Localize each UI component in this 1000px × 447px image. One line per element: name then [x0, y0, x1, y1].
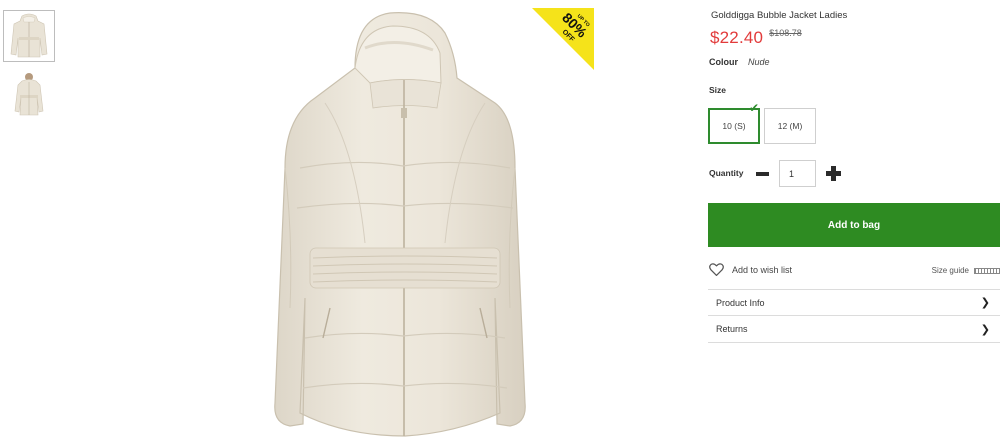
- add-to-wish-list-link[interactable]: Add to wish list: [709, 263, 792, 276]
- colour-row: Colour Nude: [709, 57, 770, 67]
- chevron-right-icon: ❯: [980, 323, 990, 336]
- accordion-label: Returns: [716, 324, 748, 334]
- size-option-12-m[interactable]: 12 (M): [764, 108, 816, 144]
- jacket-model-thumbnail-image: [14, 73, 44, 116]
- thumbnail-front[interactable]: [3, 10, 55, 62]
- ruler-icon: [974, 267, 1000, 274]
- thumbnail-model[interactable]: [3, 69, 55, 121]
- jacket-illustration: [274, 12, 526, 437]
- accordion-returns[interactable]: Returns ❯: [708, 316, 1000, 343]
- discount-badge: UP TO 80% OFF: [532, 8, 594, 70]
- size-option-label: 10 (S): [722, 121, 746, 131]
- product-details-panel: Golddigga Bubble Jacket Ladies $22.40 $1…: [708, 0, 1000, 447]
- minus-icon[interactable]: [755, 167, 769, 181]
- chevron-right-icon: ❯: [980, 297, 990, 309]
- wish-list-label: Add to wish list: [732, 264, 793, 275]
- size-label: Size: [709, 85, 727, 95]
- current-price: $22.40: [710, 28, 764, 47]
- accordion-product-info[interactable]: Product Info ❯: [708, 289, 1000, 316]
- quantity-input[interactable]: [779, 160, 816, 187]
- add-to-bag-button[interactable]: Add to bag: [708, 203, 1000, 247]
- size-option-label: 12 (M): [777, 121, 803, 131]
- quantity-label: Quantity: [709, 168, 744, 178]
- heart-icon: [709, 263, 724, 276]
- original-price: $108.78: [769, 28, 802, 38]
- plus-icon[interactable]: [826, 166, 841, 181]
- price-row: $22.40 $108.78: [710, 28, 802, 48]
- size-guide-link[interactable]: Size guide: [932, 266, 1000, 275]
- colour-label: Colour: [709, 57, 738, 67]
- accordion-label: Product Info: [716, 297, 765, 308]
- size-option-10-s[interactable]: 10 (S) ✔: [708, 102, 760, 144]
- jacket-front-thumbnail-image: [10, 13, 48, 58]
- thumbnail-list: [3, 10, 57, 128]
- checkmark-icon: ✔: [748, 101, 759, 115]
- size-guide-label: Size guide: [931, 266, 969, 275]
- colour-value: Nude: [748, 57, 770, 67]
- main-product-image: [205, 8, 595, 445]
- product-title: Golddigga Bubble Jacket Ladies: [711, 10, 848, 21]
